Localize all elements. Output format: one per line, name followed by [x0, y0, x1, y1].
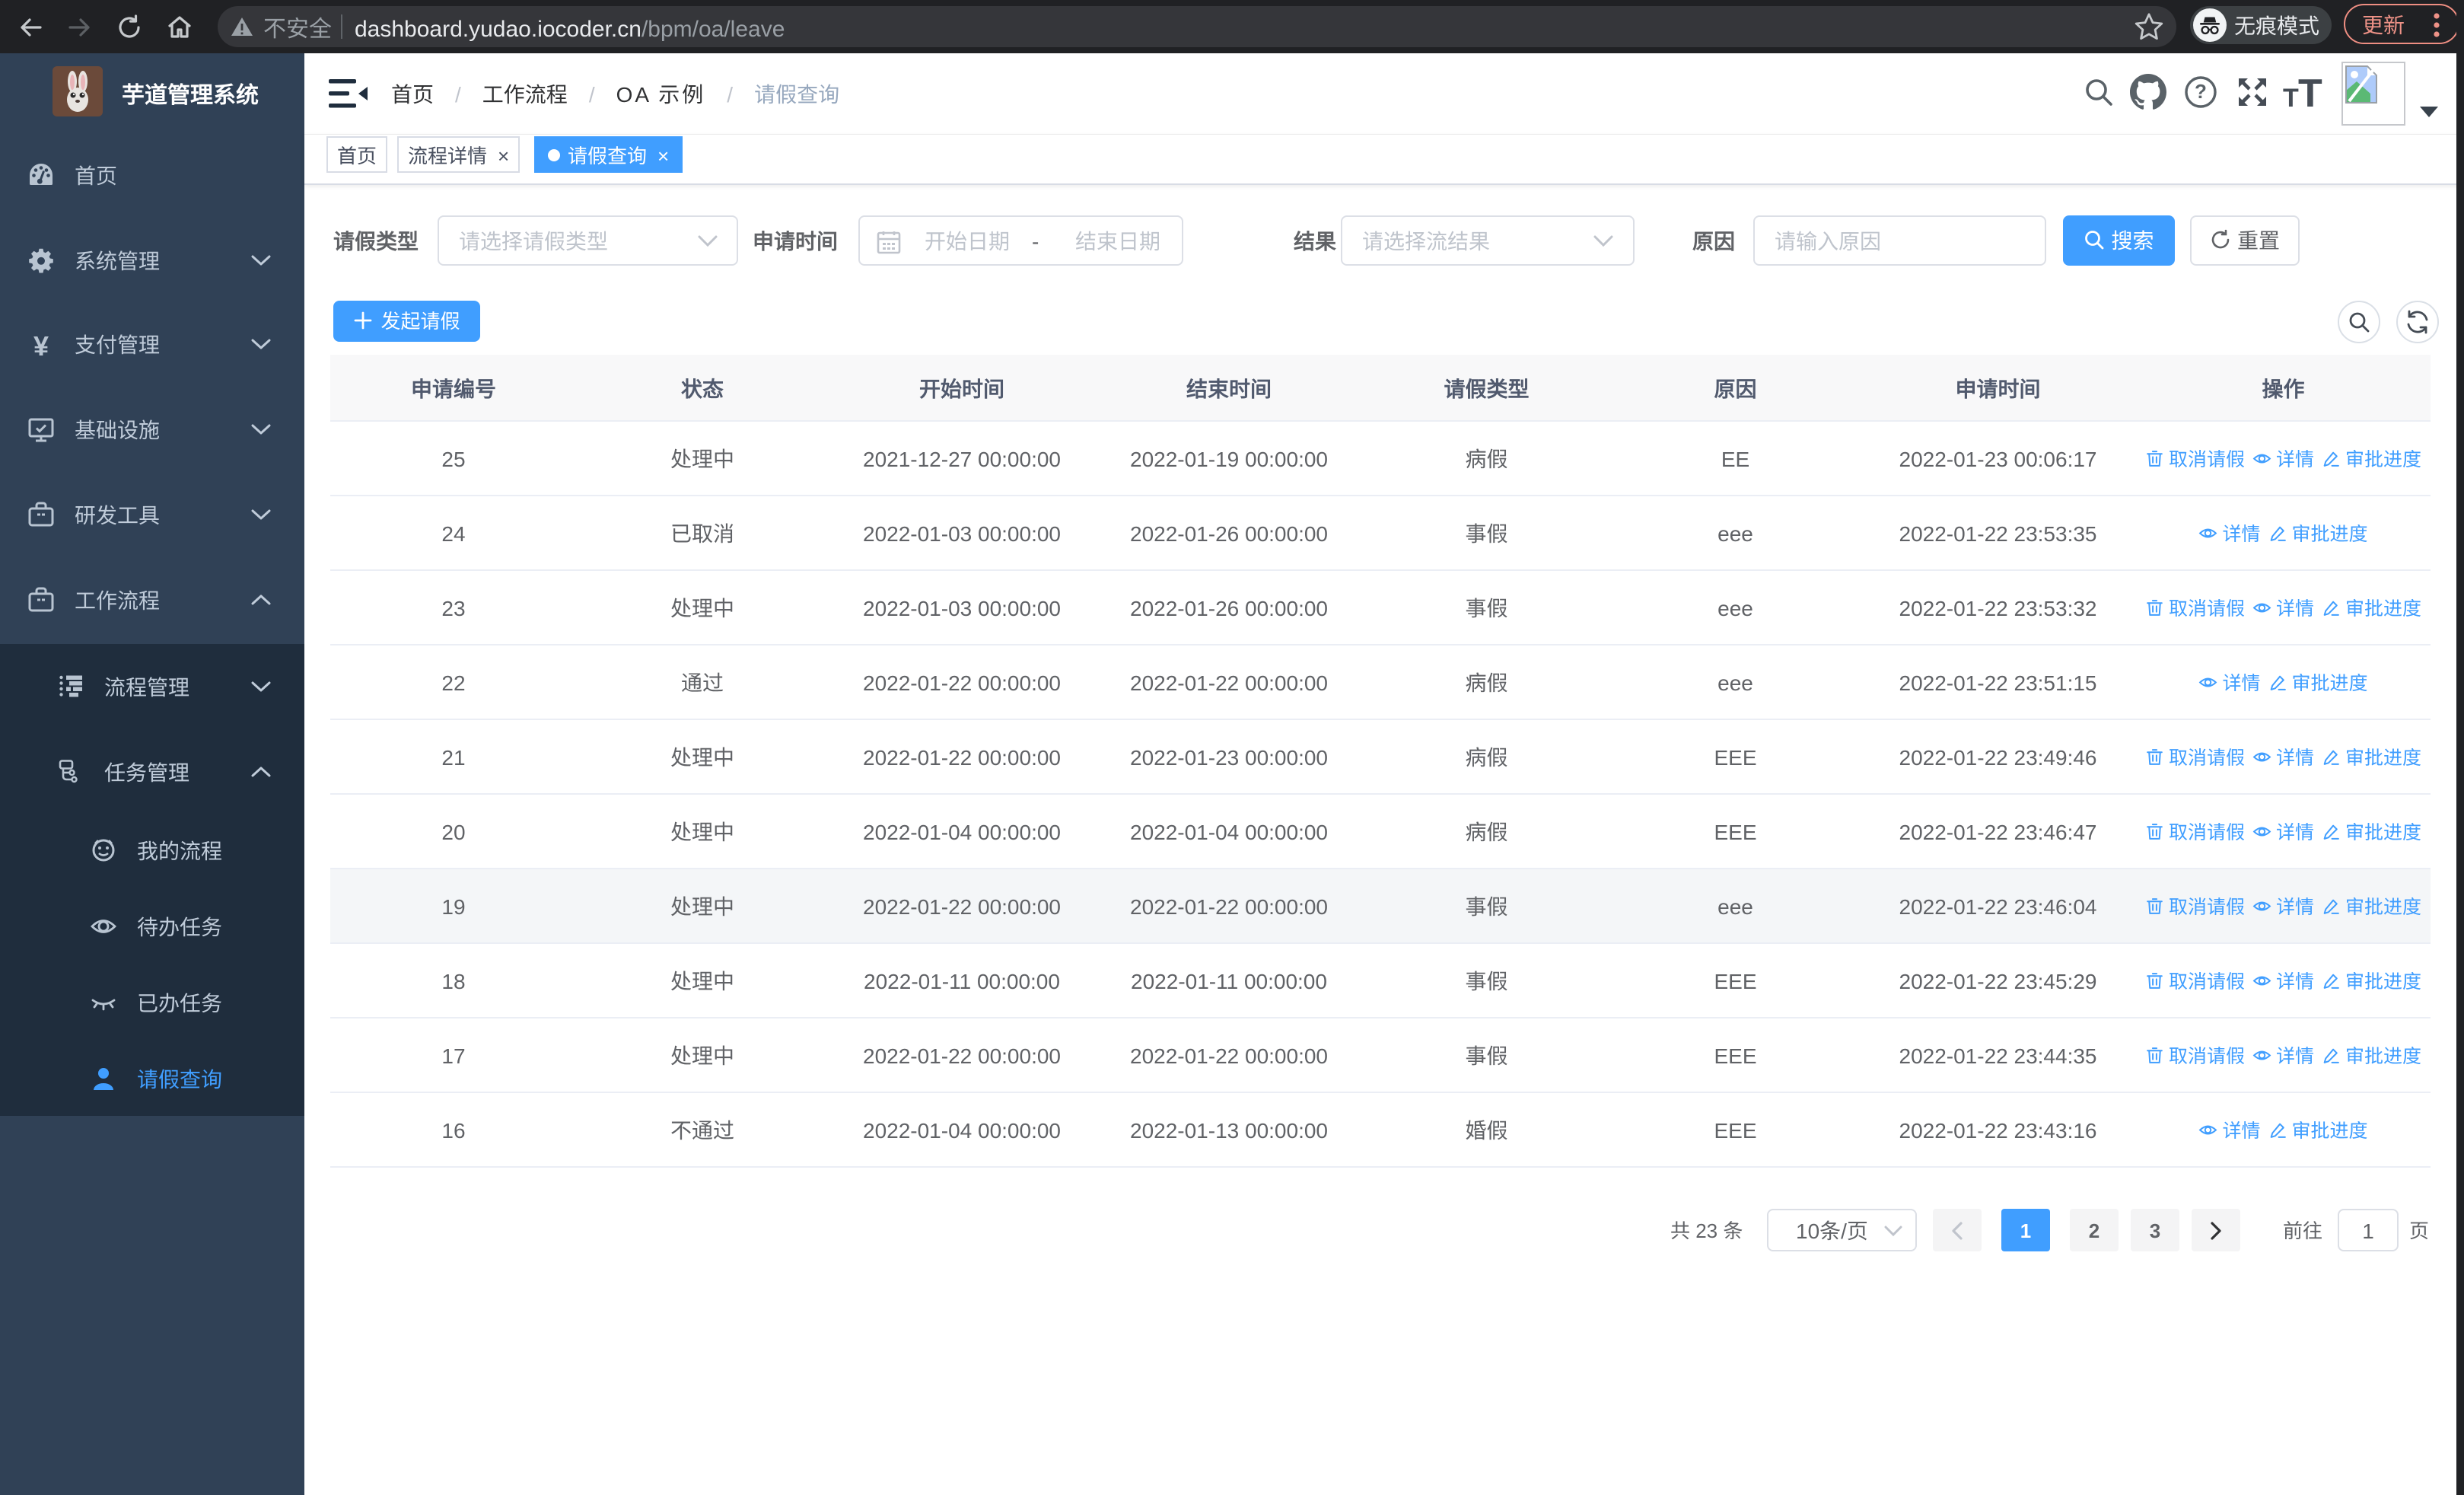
svg-text:T: T — [2283, 84, 2299, 110]
svg-text:T: T — [2298, 78, 2322, 110]
svg-text:?: ? — [2195, 80, 2207, 103]
